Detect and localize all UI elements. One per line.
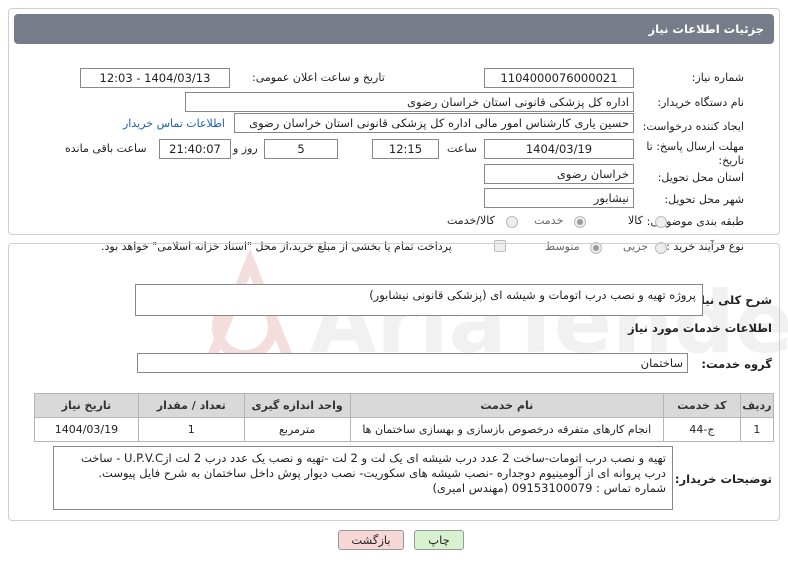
col-service-code: کد خدمت bbox=[663, 393, 741, 418]
buyer-contact-link[interactable]: اطلاعات تماس خریدار bbox=[123, 117, 225, 130]
summary-text: پروژه تهیه و نصب درب اتومات و شیشه ای (پ… bbox=[369, 288, 696, 302]
col-unit: واحد اندازه گیری bbox=[243, 393, 351, 418]
city-label: شهر محل تحویل: bbox=[664, 193, 744, 206]
deadline-time-field[interactable]: 12:15 bbox=[372, 139, 439, 159]
buyer-notes-line-1: تهیه و نصب درب اتومات-ساخت 2 عدد درب شیش… bbox=[81, 451, 666, 465]
city-field[interactable]: نیشابور bbox=[484, 188, 634, 208]
creator-field[interactable]: حسین یاری کارشناس امور مالی اداره کل پزش… bbox=[234, 113, 634, 133]
cell-code: ج-44 bbox=[663, 417, 741, 442]
days-label: روز و bbox=[233, 142, 258, 155]
col-quantity: تعداد / مقدار bbox=[137, 393, 245, 418]
table-header-row: ردیف کد خدمت نام خدمت واحد اندازه گیری ت… bbox=[34, 393, 775, 418]
back-button[interactable]: بازگشت bbox=[338, 530, 404, 550]
table-row[interactable]: 1 ج-44 انجام کارهای متفرقه درخصوص بازساز… bbox=[34, 417, 775, 442]
cell-qty: 1 bbox=[137, 417, 245, 442]
category-option-goods: کالا bbox=[628, 214, 643, 227]
deadline-time-label: ساعت bbox=[447, 142, 477, 155]
buyer-notes-line-3: شماره تماس : 09153100079 (مهندس امیری) bbox=[432, 481, 666, 495]
need-number-field[interactable]: 1104000076000021 bbox=[484, 68, 634, 88]
buyer-notes-label: توضیحات خریدار: bbox=[674, 472, 772, 486]
category-radio-goods-service[interactable] bbox=[506, 216, 518, 228]
cell-name: انجام کارهای متفرقه درخصوص بازسازی و بهس… bbox=[349, 417, 665, 442]
announce-datetime-field[interactable]: 1404/03/13 - 12:03 bbox=[80, 68, 230, 88]
service-group-label: گروه خدمت: bbox=[701, 357, 772, 371]
buyer-notes-line-2: درب پروانه ای از آلومینیوم دوجداره -نصب … bbox=[98, 466, 666, 480]
cell-unit: مترمربع bbox=[243, 417, 351, 442]
need-number-label: شماره نیاز: bbox=[691, 71, 744, 84]
category-radio-goods[interactable] bbox=[655, 216, 667, 228]
creator-label: ایجاد کننده درخواست: bbox=[642, 120, 744, 133]
remaining-time-label: ساعت باقی مانده bbox=[65, 142, 147, 155]
remaining-time-field[interactable]: 21:40:07 bbox=[159, 139, 231, 159]
services-section-title: اطلاعات خدمات مورد نیاز bbox=[628, 321, 772, 335]
col-row: ردیف bbox=[739, 393, 775, 418]
cell-date: 1404/03/19 bbox=[34, 417, 139, 442]
services-table: ردیف کد خدمت نام خدمت واحد اندازه گیری ت… bbox=[34, 393, 775, 442]
deadline-date-label: تاریخ: bbox=[718, 154, 744, 167]
category-option-service: خدمت bbox=[534, 214, 564, 227]
col-service-name: نام خدمت bbox=[349, 393, 665, 418]
category-option-goods-service: کالا/خدمت bbox=[447, 214, 495, 227]
cell-row: 1 bbox=[739, 417, 775, 442]
print-button[interactable]: چاپ bbox=[414, 530, 464, 550]
buyer-org-label: نام دستگاه خریدار: bbox=[657, 96, 744, 109]
buyer-org-field[interactable]: اداره کل پزشکی قانونی استان خراسان رضوی bbox=[185, 92, 634, 112]
category-radio-service[interactable] bbox=[574, 216, 586, 228]
province-label: استان محل تحویل: bbox=[657, 171, 744, 184]
summary-field[interactable]: پروژه تهیه و نصب درب اتومات و شیشه ای (پ… bbox=[135, 284, 703, 316]
deadline-date-field[interactable]: 1404/03/19 bbox=[484, 139, 634, 159]
province-field[interactable]: خراسان رضوی bbox=[484, 164, 634, 184]
service-group-field[interactable]: ساختمان bbox=[137, 353, 688, 373]
deadline-label: مهلت ارسال پاسخ: تا bbox=[646, 140, 744, 153]
days-remaining-field[interactable]: 5 bbox=[264, 139, 338, 159]
buyer-notes-field[interactable]: تهیه و نصب درب اتومات-ساخت 2 عدد درب شیش… bbox=[53, 446, 673, 510]
page-title: جزئیات اطلاعات نیاز bbox=[14, 14, 774, 44]
announce-datetime-label: تاریخ و ساعت اعلان عمومی: bbox=[252, 71, 385, 84]
col-need-date: تاریخ نیاز bbox=[34, 393, 139, 418]
